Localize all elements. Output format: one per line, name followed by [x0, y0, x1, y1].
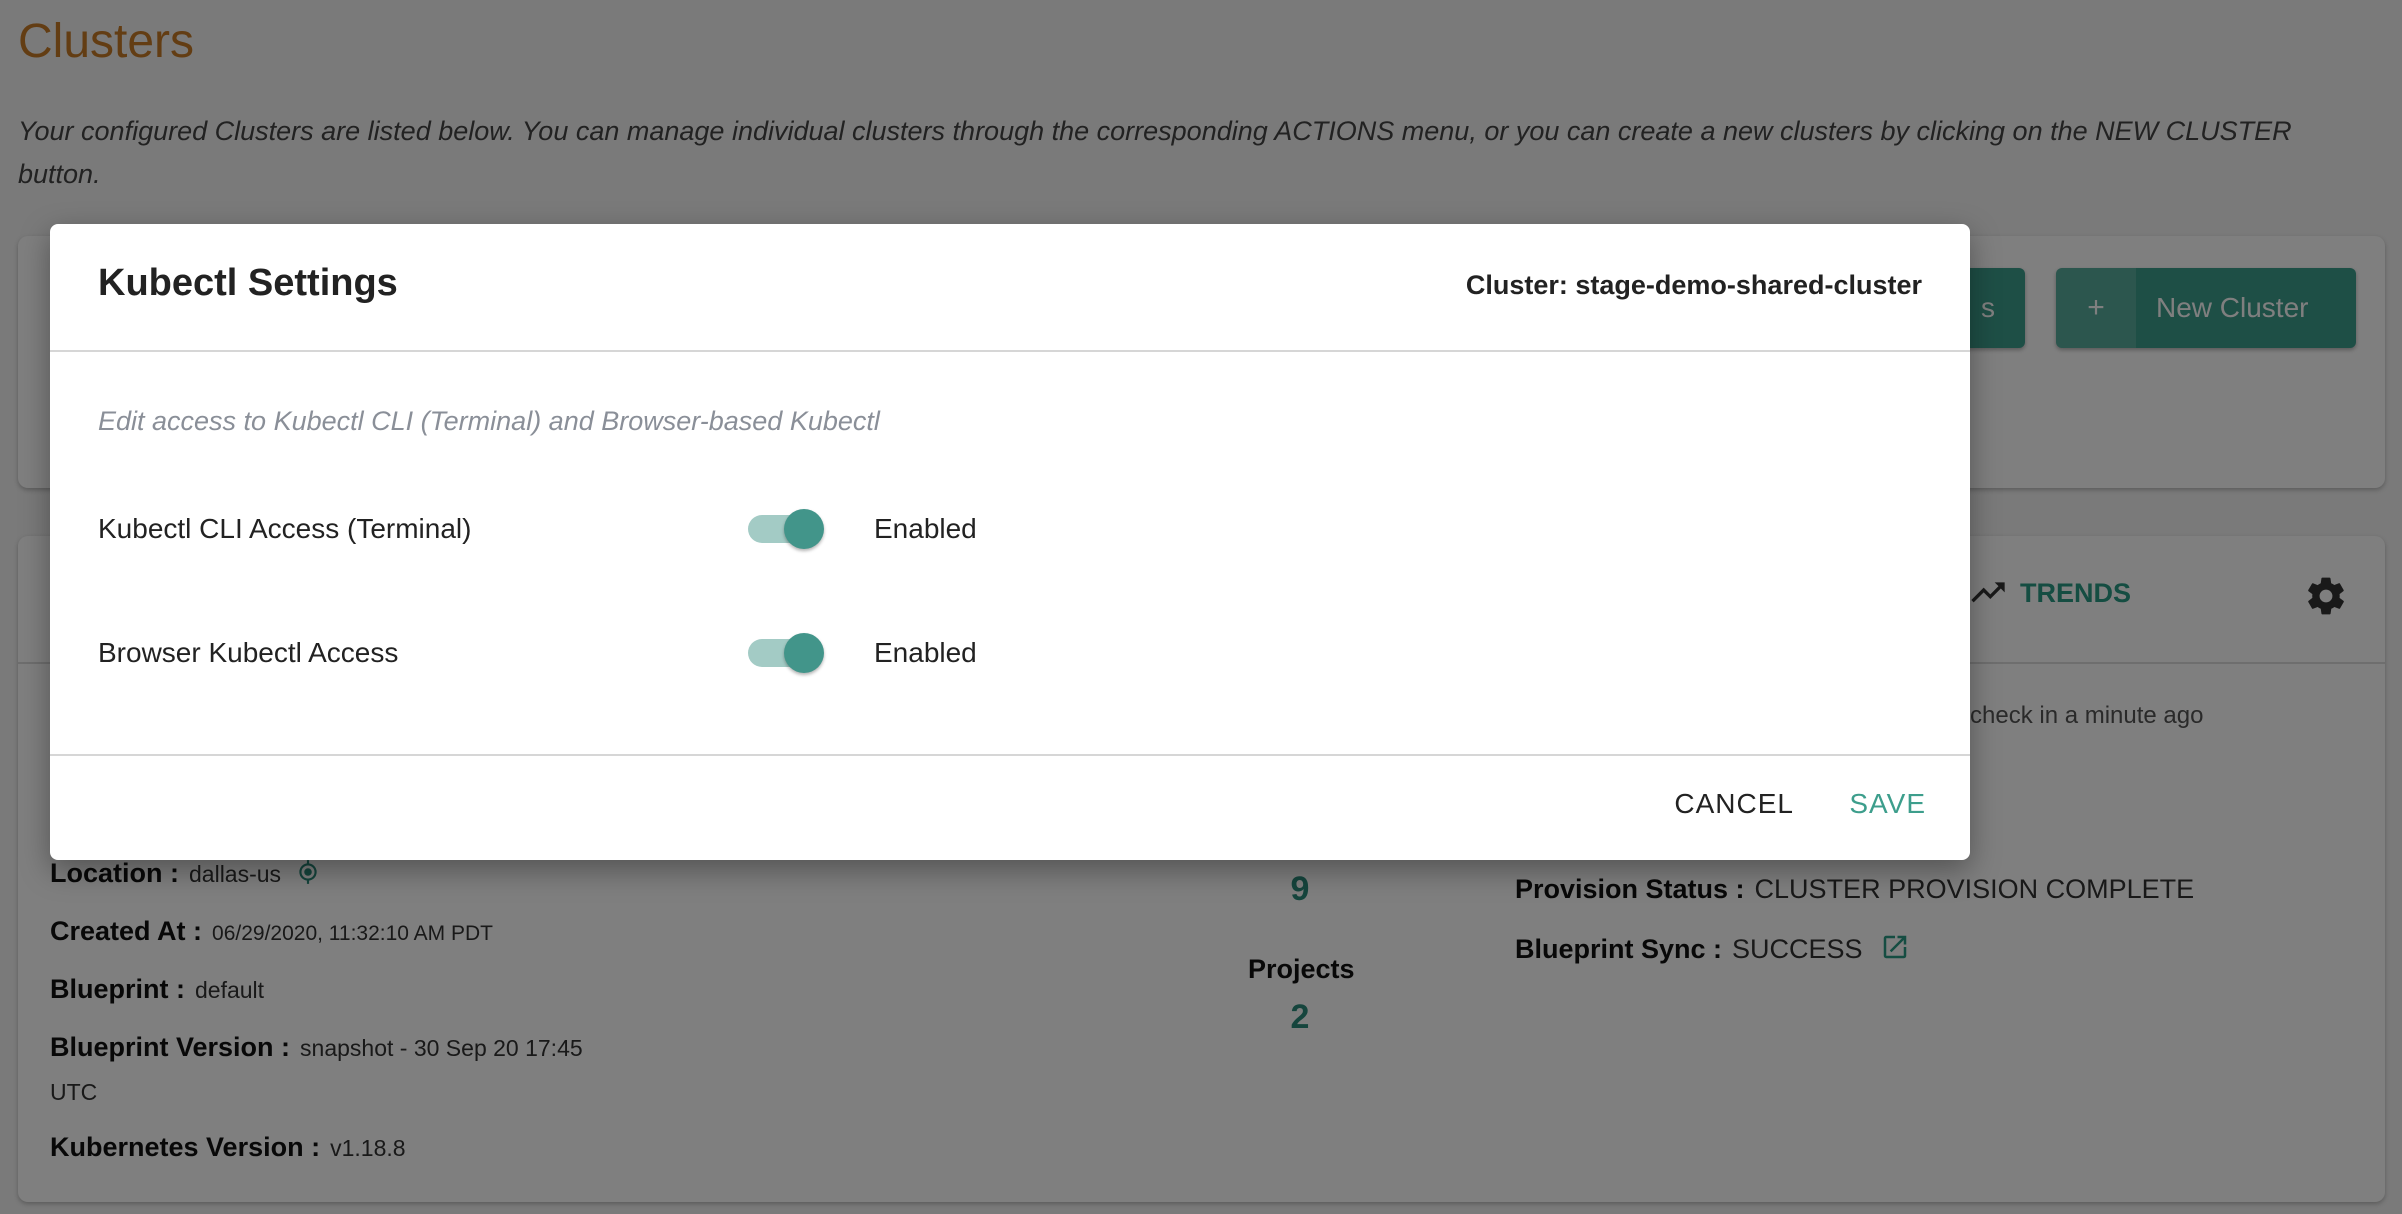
setting-state: Enabled	[874, 637, 977, 668]
setting-label: Kubectl CLI Access (Terminal)	[98, 513, 472, 544]
cancel-button[interactable]: CANCEL	[1674, 788, 1794, 820]
dialog-subtitle: Edit access to Kubectl CLI (Terminal) an…	[98, 406, 880, 436]
setting-state: Enabled	[874, 513, 977, 544]
browser-access-toggle[interactable]	[748, 633, 824, 673]
kubectl-settings-dialog: Kubectl Settings Cluster: stage-demo-sha…	[50, 224, 1970, 860]
save-button[interactable]: SAVE	[1849, 788, 1926, 820]
dialog-cluster-name: Cluster: stage-demo-shared-cluster	[1465, 270, 1922, 300]
toggle-thumb	[784, 633, 824, 673]
dialog-header: Kubectl Settings Cluster: stage-demo-sha…	[50, 224, 1970, 352]
setting-label: Browser Kubectl Access	[98, 637, 399, 668]
toggle-thumb	[784, 509, 824, 549]
cli-access-toggle[interactable]	[748, 509, 824, 549]
setting-row-browser-access: Browser Kubectl Access Enabled	[98, 628, 1922, 678]
setting-row-cli-access: Kubectl CLI Access (Terminal) Enabled	[98, 504, 1922, 554]
dialog-footer: CANCEL SAVE	[50, 754, 1970, 860]
dialog-title: Kubectl Settings	[98, 262, 398, 304]
